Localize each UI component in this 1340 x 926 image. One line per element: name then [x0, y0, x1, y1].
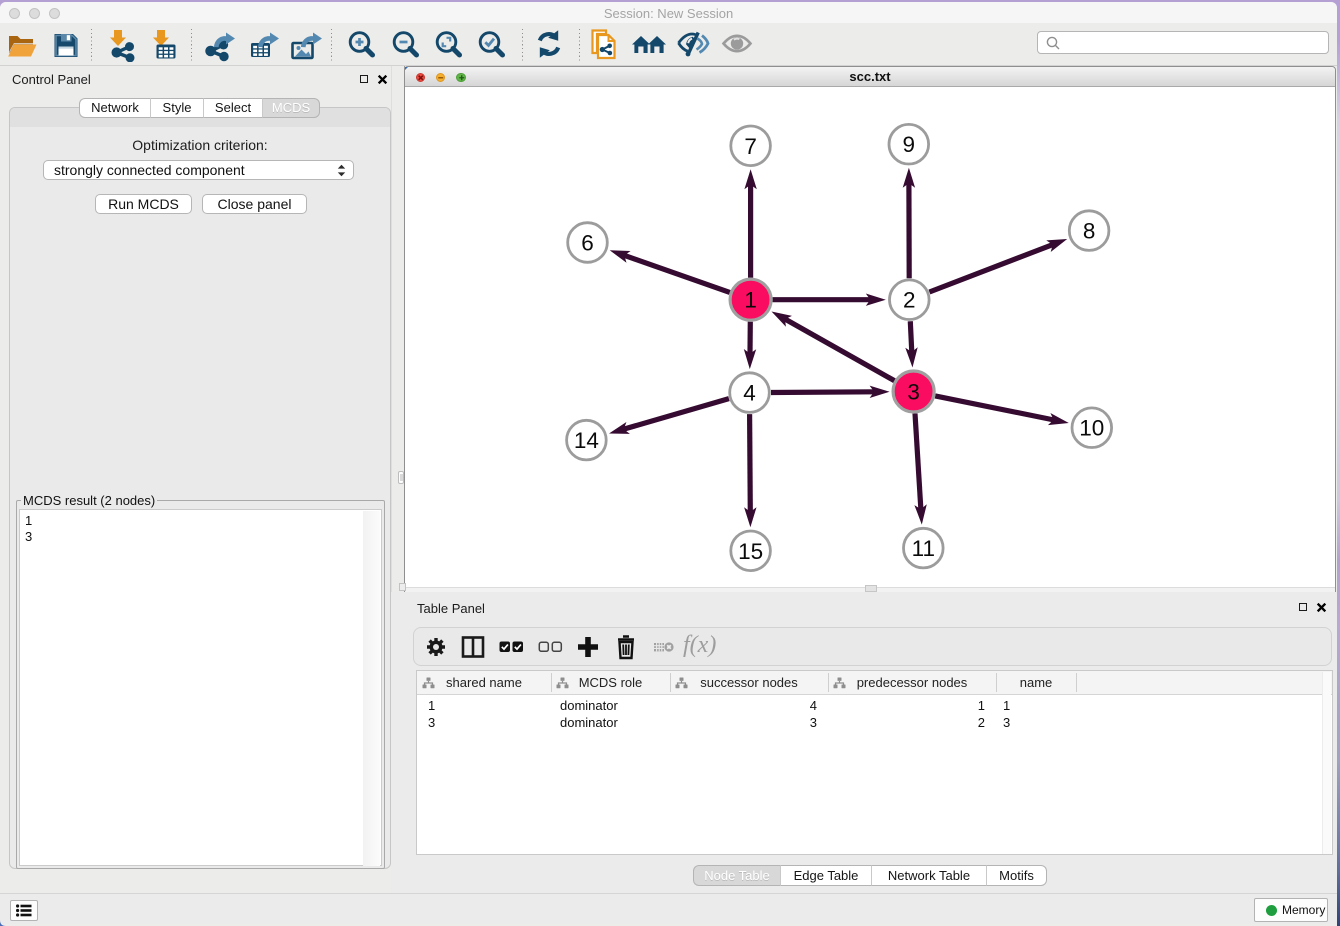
svg-text:7: 7: [744, 134, 757, 159]
svg-text:11: 11: [912, 536, 935, 561]
svg-text:1: 1: [744, 288, 757, 313]
svg-text:14: 14: [574, 428, 599, 453]
svg-text:9: 9: [903, 132, 916, 157]
svg-text:2: 2: [903, 288, 916, 313]
svg-text:3: 3: [907, 380, 920, 405]
svg-text:4: 4: [743, 381, 756, 406]
svg-text:10: 10: [1079, 416, 1104, 441]
svg-text:6: 6: [581, 231, 594, 256]
svg-text:8: 8: [1083, 219, 1096, 244]
svg-text:15: 15: [738, 539, 763, 564]
